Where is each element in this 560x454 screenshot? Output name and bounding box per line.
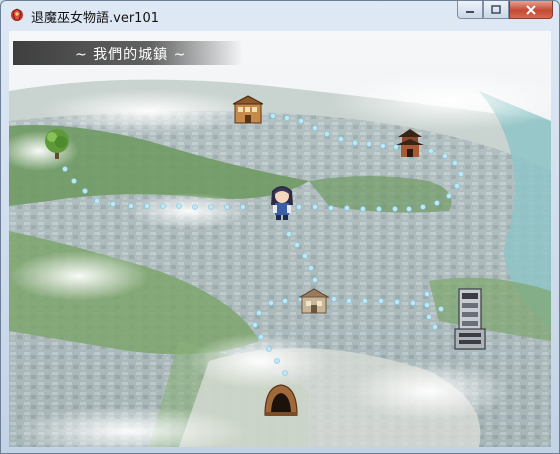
maximize-button[interactable] [483, 1, 509, 19]
shrine-maiden-sprite[interactable] [267, 183, 297, 221]
game-window: 退魔巫女物語.ver101 ~ 我們的城鎮 ~ [0, 0, 560, 454]
location-banner: ~ 我們的城鎮 ~ [13, 41, 243, 65]
maximize-icon [491, 5, 501, 14]
tree-icon[interactable] [41, 127, 73, 161]
minimize-icon [466, 10, 474, 13]
window-controls [457, 1, 553, 21]
building-icon[interactable] [233, 95, 263, 125]
close-icon [526, 4, 536, 15]
location-name: ~ 我們的城鎮 ~ [75, 47, 187, 63]
tower-icon[interactable] [453, 287, 487, 351]
minimize-button[interactable] [457, 1, 483, 19]
window-title: 退魔巫女物語.ver101 [31, 11, 159, 26]
pagoda-icon[interactable] [395, 125, 425, 159]
cave-icon[interactable] [263, 383, 299, 417]
game-screen[interactable]: ~ 我們的城鎮 ~ [9, 31, 551, 447]
house-icon[interactable] [299, 287, 329, 315]
app-icon [11, 8, 23, 21]
close-button[interactable] [509, 1, 553, 19]
title-bar[interactable]: 退魔巫女物語.ver101 [1, 1, 559, 29]
